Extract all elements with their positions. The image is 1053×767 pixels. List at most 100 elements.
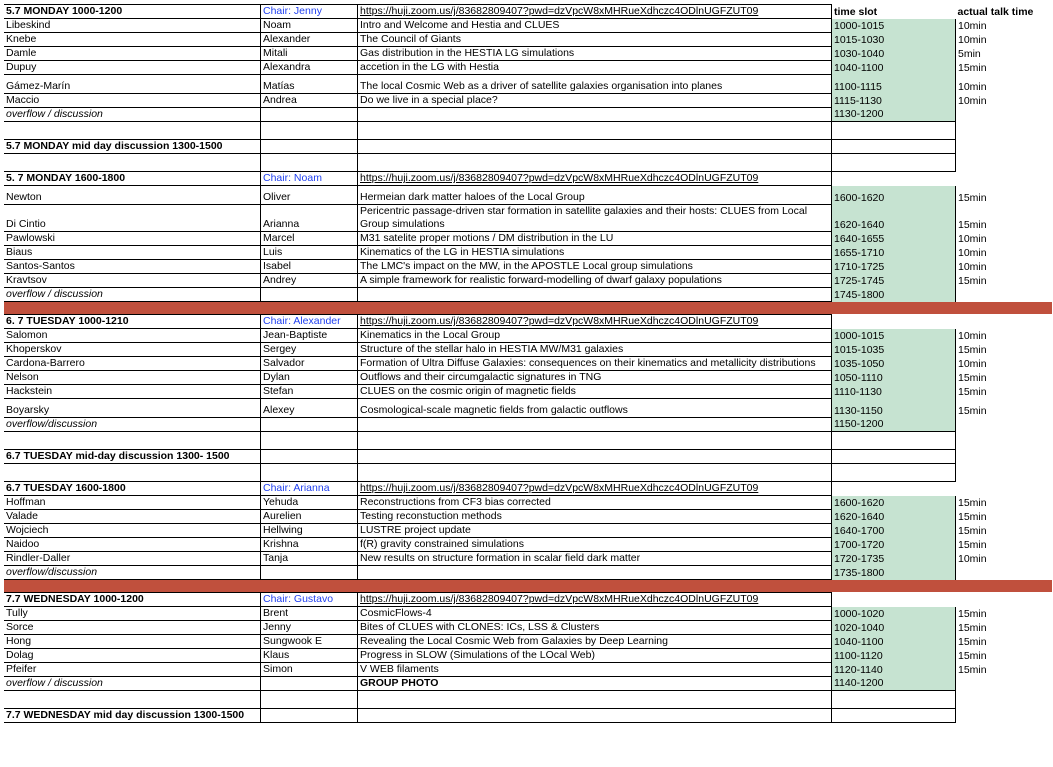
time-slot: 1015-1035 [831, 342, 956, 357]
empty-cell [831, 463, 956, 482]
talk-title: Structure of the stellar halo in HESTIA … [357, 342, 832, 357]
speaker-last-name: Sorce [4, 620, 261, 635]
speaker-first-name: Matías [260, 74, 358, 94]
empty-cell [831, 708, 956, 723]
speaker-first-name: Alexandra [260, 60, 358, 75]
separator-cell [4, 301, 1052, 315]
overflow-label: overflow / discussion [4, 676, 261, 691]
time-slot: 1620-1640 [831, 509, 956, 524]
time-slot: 1640-1700 [831, 523, 956, 538]
talk-title: Gas distribution in the HESTIA LG simula… [357, 46, 832, 61]
talk-title: Intro and Welcome and Hestia and CLUES [357, 18, 832, 33]
session-header-row: 5. 7 MONDAY 1600-1800 Chair: Noam https://… [4, 171, 1053, 186]
day-separator-bar [4, 579, 1052, 593]
empty-cell [956, 140, 1053, 154]
speaker-last-name: Cardona-Barrero [4, 356, 261, 371]
talk-title: V WEB filaments [357, 662, 832, 677]
talk-title: The LMC's impact on the MW, in the APOST… [357, 259, 832, 274]
overflow-label: overflow/discussion [4, 565, 261, 580]
time-slot-header [832, 315, 956, 329]
time-slot: 1735-1800 [831, 565, 956, 580]
actual-talk-time: 10min [958, 33, 987, 46]
speaker-first-name: Alexey [260, 398, 358, 418]
time-slot: 1600-1620 [831, 495, 956, 510]
talk-title: The local Cosmic Web as a driver of sate… [357, 74, 832, 94]
talk-title: Kinematics of the LG in HESTIA simulatio… [357, 245, 832, 260]
discussion-title: 5.7 MONDAY mid day discussion 1300-1500 [4, 139, 261, 154]
empty-cell [260, 676, 358, 691]
speaker-last-name: Biaus [4, 245, 261, 260]
session-chair: Chair: Alexander [260, 314, 358, 329]
speaker-last-name: Salomon [4, 328, 261, 343]
empty-cell [260, 417, 358, 432]
actual-time-header [956, 172, 1053, 186]
empty-cell [260, 690, 358, 709]
talk-row: Biaus Luis Kinematics of the LG in HESTIA … [4, 245, 1052, 260]
empty-cell [831, 690, 956, 709]
overflow-note [357, 565, 832, 580]
overflow-row: overflow/discussion 1150-1200 [4, 417, 1052, 432]
zoom-link[interactable]: https://huji.zoom.us/j/83682809407?pwd=d… [357, 171, 832, 186]
time-slot: 1035-1050 [831, 356, 956, 371]
talk-row: Gámez-Marín Matías The local Cosmic Web as… [4, 74, 1052, 94]
time-slot: 1100-1115 [831, 74, 956, 94]
speaker-first-name: Brent [260, 606, 358, 621]
actual-talk-time: 10min [958, 80, 987, 93]
talk-row: Khoperskov Sergey Structure of the stellar… [4, 342, 1052, 357]
speaker-last-name: Hoffman [4, 495, 261, 510]
speaker-last-name: Newton [4, 185, 261, 205]
speaker-first-name: Sungwook E [260, 634, 358, 649]
speaker-first-name: Oliver [260, 185, 358, 205]
empty-cell [831, 431, 956, 450]
actual-talk-time: 15min [958, 191, 987, 204]
speaker-first-name: Dylan [260, 370, 358, 385]
speaker-first-name: Isabel [260, 259, 358, 274]
discussion-title: 6.7 TUESDAY mid-day discussion 1300- 150… [4, 449, 261, 464]
empty-cell [260, 565, 358, 580]
talk-row: Boyarsky Alexey Cosmological-scale magneti… [4, 398, 1052, 418]
actual-talk-time: 15min [958, 607, 987, 620]
time-slot: 1040-1100 [831, 634, 956, 649]
empty-cell [831, 139, 956, 154]
actual-talk-time: 15min [958, 663, 987, 676]
speaker-last-name: Wojciech [4, 523, 261, 538]
talk-row: Naidoo Krishna f(R) gravity constrained si… [4, 537, 1052, 552]
talk-title: Do we live in a special place? [357, 93, 832, 108]
time-slot: 1130-1150 [831, 398, 956, 418]
talk-title: accetion in the LG with Hestia [357, 60, 832, 75]
time-slot: 1020-1040 [831, 620, 956, 635]
actual-talk-time: 5min [958, 47, 981, 60]
actual-talk-time: 15min [958, 635, 987, 648]
talk-row: Damle Mitali Gas distribution in the HESTI… [4, 46, 1052, 61]
empty-cell [4, 121, 261, 140]
time-slot: 1655-1710 [831, 245, 956, 260]
time-slot: 1030-1040 [831, 46, 956, 61]
zoom-link[interactable]: https://huji.zoom.us/j/83682809407?pwd=d… [357, 314, 832, 329]
zoom-link[interactable]: https://huji.zoom.us/j/83682809407?pwd=d… [357, 592, 832, 607]
talk-row: Hong Sungwook E Revealing the Local Cosmic… [4, 634, 1052, 649]
speaker-last-name: Maccio [4, 93, 261, 108]
talk-row: Salomon Jean-Baptiste Kinematics in the Lo… [4, 328, 1052, 343]
actual-talk-time: 15min [958, 510, 987, 523]
session-header-row: 6.7 TUESDAY 1600-1800 Chair: Arianna https… [4, 481, 1052, 496]
session-title: 5. 7 MONDAY 1600-1800 [4, 171, 261, 186]
speaker-first-name: Simon [260, 662, 358, 677]
actual-talk-time: 15min [958, 343, 987, 356]
empty-cell [4, 153, 261, 172]
speaker-first-name: Stefan [260, 384, 358, 399]
zoom-link[interactable]: https://huji.zoom.us/j/83682809407?pwd=d… [357, 481, 832, 496]
empty-cell [831, 153, 956, 172]
speaker-last-name: Santos-Santos [4, 259, 261, 274]
actual-talk-time: 15min [958, 496, 987, 509]
overflow-label: overflow / discussion [4, 107, 261, 122]
actual-talk-time: 10min [958, 357, 987, 370]
talk-title: Reconstructions from CF3 bias corrected [357, 495, 832, 510]
time-slot: 1115-1130 [831, 93, 956, 108]
time-slot: 1620-1640 [831, 204, 956, 232]
zoom-link[interactable]: https://huji.zoom.us/j/83682809407?pwd=d… [357, 4, 832, 19]
talk-title: Testing reconstuction methods [357, 509, 832, 524]
speaker-last-name: Hong [4, 634, 261, 649]
actual-talk-time: 10min [958, 552, 987, 565]
actual-talk-time: 15min [958, 274, 987, 287]
overflow-label: overflow / discussion [4, 287, 261, 302]
